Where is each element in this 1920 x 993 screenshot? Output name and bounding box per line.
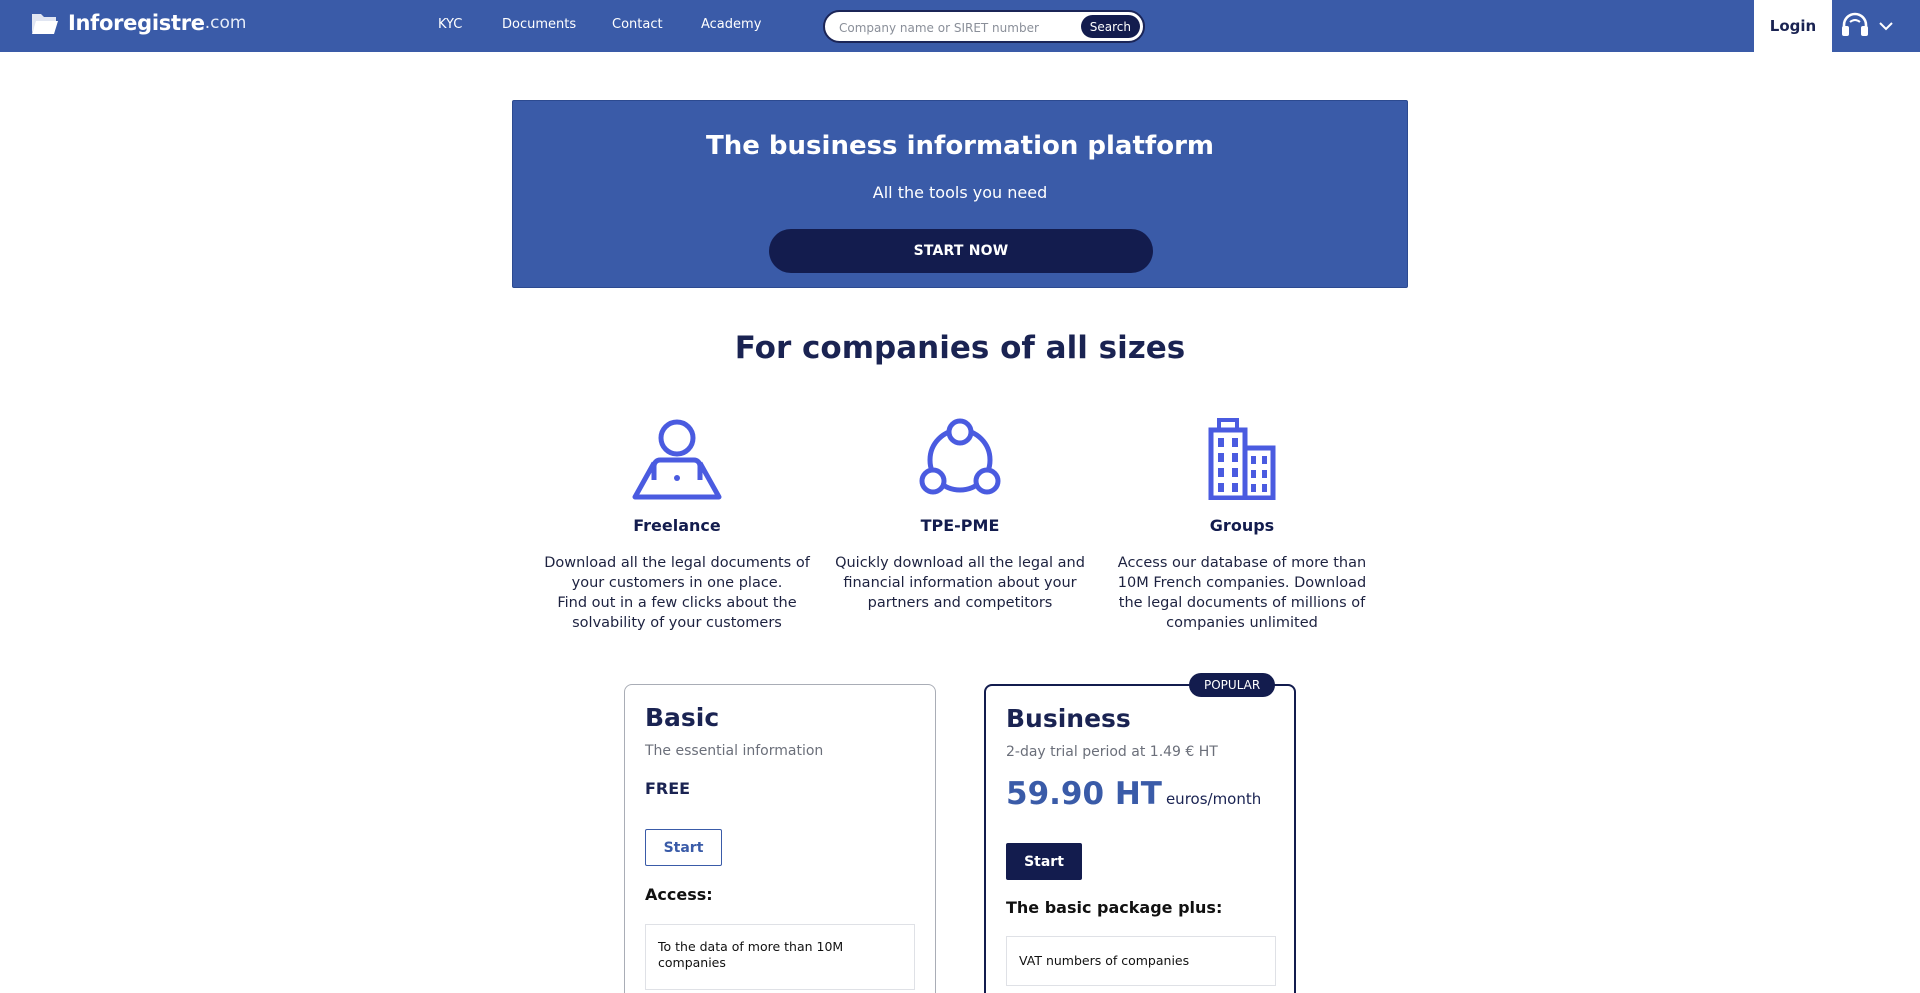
folder-logo-icon: [32, 14, 58, 34]
login-button[interactable]: Login: [1754, 0, 1832, 52]
feature-title: Freelance: [633, 516, 721, 535]
plan-feature-item: VAT numbers of companies: [1006, 936, 1276, 986]
search-input[interactable]: [839, 18, 1067, 37]
freelancer-laptop-icon: [632, 419, 722, 500]
chevron-down-icon: [1879, 22, 1893, 31]
basic-start-button[interactable]: Start: [645, 829, 722, 866]
start-now-button[interactable]: START NOW: [769, 229, 1153, 273]
network-icon: [919, 418, 1001, 495]
nav-kyc[interactable]: KYC: [438, 17, 462, 32]
popular-badge: POPULAR: [1189, 673, 1276, 697]
plan-name: Business: [1006, 704, 1131, 733]
plan-section-title: The basic package plus:: [1006, 898, 1223, 917]
top-navigation-bar: Inforegistre .com KYC Documents Contact …: [0, 0, 1920, 52]
feature-freelance: Freelance Download all the legal documen…: [539, 418, 815, 633]
hero-subtitle: All the tools you need: [872, 183, 1048, 202]
plan-price-value: 59.90 HT: [1006, 776, 1162, 812]
plan-section-title: Access:: [645, 885, 713, 904]
pricing-card-basic: Basic The essential information FREE Sta…: [624, 684, 936, 993]
plan-tagline: 2-day trial period at 1.49 € HT: [1006, 744, 1218, 760]
plan-name: Basic: [645, 703, 720, 732]
feature-desc-line: Download all the legal documents of your…: [544, 555, 810, 631]
plan-feature-item: To the data of more than 10M companies: [645, 924, 915, 990]
pricing-card-business: Business 2-day trial period at 1.49 € HT…: [984, 684, 1296, 993]
feature-title: Groups: [1209, 516, 1275, 535]
logo-domain: .com: [204, 13, 247, 33]
business-start-button[interactable]: Start: [1006, 843, 1082, 880]
headset-icon: [1842, 12, 1868, 36]
feature-description: Download all the legal documents of your…: [539, 553, 815, 633]
feature-title: TPE-PME: [920, 516, 1000, 535]
logo-link[interactable]: Inforegistre .com: [31, 11, 246, 35]
plan-price: FREE: [645, 779, 691, 798]
plan-tagline: The essential information: [645, 743, 824, 759]
plan-price: 59.90 HT euros/month: [1006, 776, 1261, 812]
plan-price-unit: euros/month: [1165, 790, 1262, 808]
nav-contact[interactable]: Contact: [612, 17, 663, 32]
feature-description: Access our database of more than 10M Fre…: [1117, 555, 1367, 631]
nav-academy[interactable]: Academy: [701, 17, 761, 32]
feature-tpe-pme: TPE-PME Quickly download all the legal a…: [822, 418, 1098, 613]
support-menu[interactable]: [1832, 0, 1920, 52]
hero-title: The business information platform: [706, 131, 1214, 161]
logo-name: Inforegistre: [68, 11, 205, 35]
nav-documents[interactable]: Documents: [502, 17, 576, 32]
search-button[interactable]: Search: [1080, 15, 1140, 38]
buildings-icon: [1208, 418, 1276, 500]
feature-groups: Groups Access our database of more than …: [1104, 418, 1380, 633]
hero-banner: The business information platform All th…: [512, 100, 1408, 288]
section-title: For companies of all sizes: [734, 330, 1186, 366]
search-bar: Search: [823, 10, 1145, 43]
feature-description: Quickly download all the legal and finan…: [835, 555, 1085, 611]
